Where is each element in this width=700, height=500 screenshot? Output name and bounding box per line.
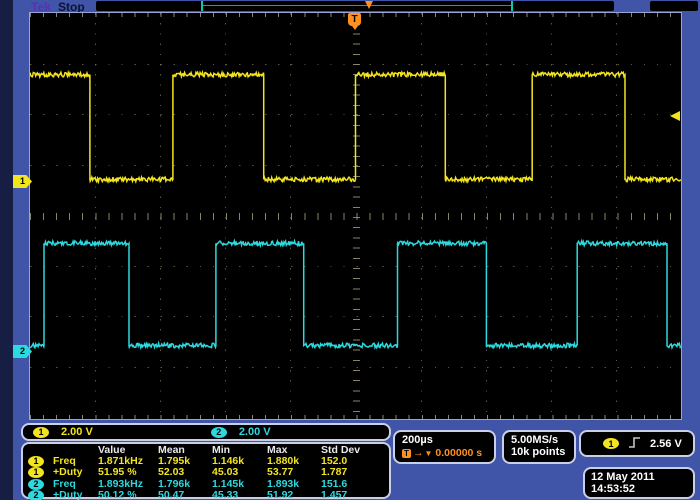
meas-name: +Duty <box>49 467 82 478</box>
meas-min: 45.33 <box>212 490 267 500</box>
rising-edge-slope-icon <box>628 436 641 452</box>
ch1-scale: 2.00 V <box>61 426 93 438</box>
record-window-line <box>203 5 511 6</box>
meas-name: +Duty <box>49 490 82 500</box>
meas-ch-badge: 1 <box>28 456 44 467</box>
horizontal-scale: 200µs <box>402 434 494 446</box>
trigger-position-t-icon: T <box>402 449 411 458</box>
acquisition-readout: 5.00MS/s 10k points <box>502 430 576 464</box>
trigger-readout: 1 2.56 V <box>579 430 695 457</box>
waveform-ch1 <box>30 72 681 181</box>
meas-value: 51.95 % <box>98 467 158 478</box>
record-view-bar <box>96 1 614 11</box>
meas-value: 50.12 % <box>98 490 158 500</box>
meas-stddev: 1.787 <box>321 467 389 478</box>
waveforms-canvas <box>30 13 681 417</box>
measurements-table: Value Mean Min Max Std Dev 1Freq 1.871kH… <box>21 442 391 499</box>
ch2-scale: 2.00 V <box>239 426 271 438</box>
trigger-level: 2.56 V <box>650 438 682 450</box>
time-label: 14:53:52 <box>591 483 693 495</box>
trigger-flag-icon: T <box>348 13 361 26</box>
graticule <box>29 12 682 420</box>
meas-max: 53.77 <box>267 467 321 478</box>
record-window-brackets <box>201 1 513 11</box>
trigger-position-arrow-icon <box>365 1 373 9</box>
meas-stddev: 1.457 <box>321 490 389 500</box>
meas-min: 45.03 <box>212 467 267 478</box>
measurement-row: 2 +Duty 50.12 % 50.47 45.33 51.92 1.457 <box>28 490 389 500</box>
meas-ch-badge: 2 <box>28 479 44 490</box>
record-length: 10k points <box>511 446 574 458</box>
sample-rate: 5.00MS/s <box>511 434 574 446</box>
top-right-readout-blank <box>650 1 698 11</box>
arrow-right-icon: → <box>413 447 424 459</box>
meas-ch-badge: 2 <box>28 490 44 500</box>
arrow-down-icon: ▼ <box>425 449 433 458</box>
datetime-readout: 12 May 2011 14:53:52 <box>583 467 695 499</box>
channel-scale-readout: 1 2.00 V 2 2.00 V <box>21 423 391 441</box>
ch1-badge: 1 <box>33 427 49 438</box>
meas-max: 51.92 <box>267 490 321 500</box>
ch2-badge: 2 <box>211 427 227 438</box>
oscilloscope-screen: Tek Stop T 1 2 1 2.00 V 2 2.00 V Value M… <box>0 0 700 500</box>
trigger-position-value: 0.00000 s <box>435 447 482 459</box>
waveform-ch2 <box>30 241 681 348</box>
measurement-row: 1 +Duty 51.95 % 52.03 45.03 53.77 1.787 <box>28 467 389 478</box>
trigger-source-badge: 1 <box>603 438 619 449</box>
date-label: 12 May 2011 <box>591 471 693 483</box>
meas-ch-badge: 1 <box>28 467 44 478</box>
meas-mean: 50.47 <box>158 490 212 500</box>
trigger-level-arrow-icon <box>670 111 680 121</box>
left-bezel-strip <box>0 0 13 500</box>
meas-mean: 52.03 <box>158 467 212 478</box>
horizontal-readout: 200µs T → ▼ 0.00000 s <box>393 430 496 464</box>
trigger-position-readout: T → ▼ 0.00000 s <box>402 447 494 459</box>
